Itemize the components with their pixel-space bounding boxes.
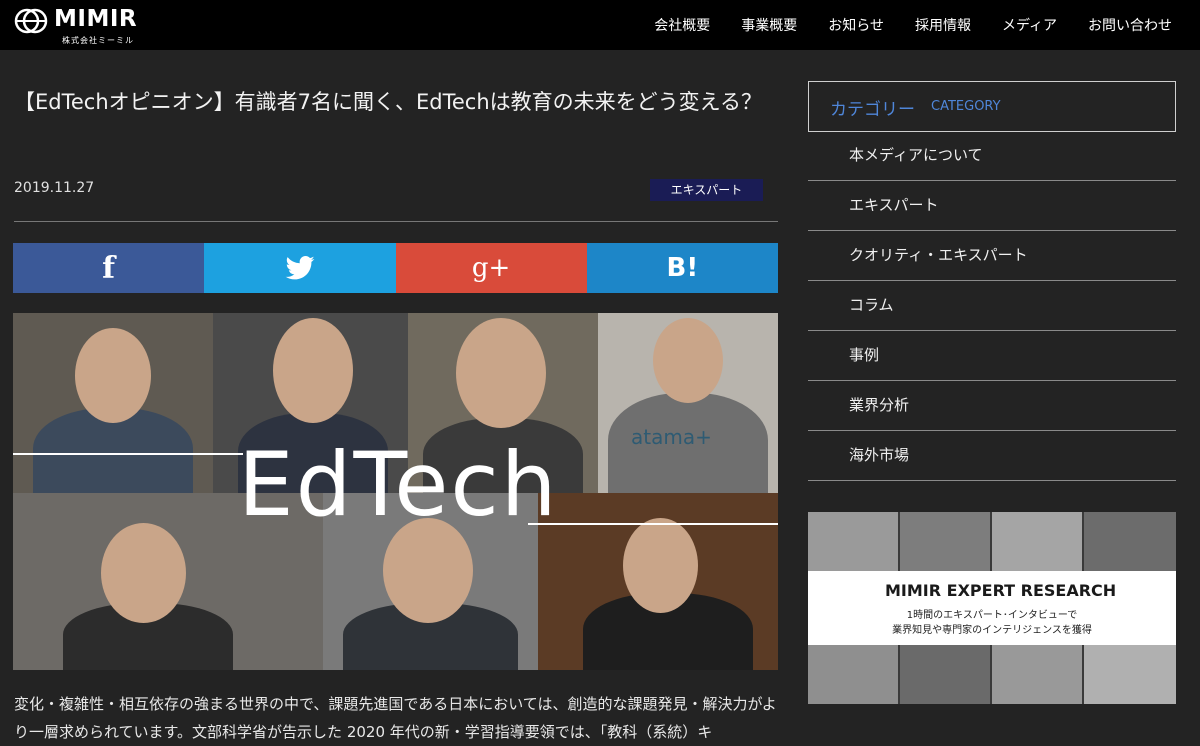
share-facebook-button[interactable]: f [13,243,205,293]
category-item-column[interactable]: コラム [808,281,1176,331]
nav-company[interactable]: 会社概要 [654,15,710,35]
top-bar: MIMIR 株式会社ミーミル 会社概要 事業概要 お知らせ 採用情報 メディア … [0,0,1200,50]
article-title: 【EdTechオピニオン】有識者7名に聞く、EdTechは教育の未来をどう変える… [14,90,762,114]
mimir-logo-icon [14,8,48,34]
banner-line-2: 業界知見や専門家のインテリジェンスを獲得 [892,625,1092,636]
site-logo[interactable]: MIMIR 株式会社ミーミル [14,5,159,45]
hero-shirt-text: atama+ [631,425,712,449]
banner-line-1: 1時間のエキスパート･インタビューで [906,610,1078,621]
nav-recruit[interactable]: 採用情報 [915,15,971,35]
category-item-industry[interactable]: 業界分析 [808,381,1176,431]
expert-research-banner[interactable]: MIMIR EXPERT RESEARCH 1時間のエキスパート･インタビューで… [808,512,1176,704]
divider [14,221,778,222]
category-title: カテゴリー [830,100,915,120]
hero-line-left [13,453,243,455]
article-body: 変化・複雑性・相互依存の強まる世界の中で、課題先進国である日本においては、創造的… [14,695,777,741]
share-twitter-button[interactable] [204,243,396,293]
category-item-quality-expert[interactable]: クオリティ・エキスパート [808,231,1176,281]
category-item-expert[interactable]: エキスパート [808,181,1176,231]
hero-image: atama+ EdTech [13,313,778,670]
category-list: 本メディアについて エキスパート クオリティ・エキスパート コラム 事例 業界分… [808,131,1176,481]
googleplus-icon: g+ [471,253,511,283]
main-nav: 会社概要 事業概要 お知らせ 採用情報 メディア お問い合わせ [623,0,1172,50]
hatena-bookmark-icon: B! [666,253,699,283]
category-subtitle: CATEGORY [931,99,1001,114]
hero-title-text: EdTech [238,433,559,536]
category-header: カテゴリー CATEGORY [808,81,1176,132]
share-hatena-button[interactable]: B! [586,243,778,293]
category-tag[interactable]: エキスパート [650,179,763,201]
hero-photo-4 [598,313,778,498]
twitter-icon [285,256,315,280]
banner-photo-strip-top [808,512,1176,571]
hero-photo-1 [13,313,213,498]
article-date: 2019.11.27 [14,180,95,196]
nav-media[interactable]: メディア [1002,15,1057,35]
nav-news[interactable]: お知らせ [828,15,884,35]
facebook-icon: f [102,250,116,286]
share-googleplus-button[interactable]: g+ [395,243,587,293]
banner-logo: MIMIR EXPERT RESEARCH [885,581,1117,600]
hero-photo-7 [538,493,778,670]
nav-contact[interactable]: お問い合わせ [1088,15,1172,35]
category-item-overseas[interactable]: 海外市場 [808,431,1176,481]
category-item-case[interactable]: 事例 [808,331,1176,381]
share-bar: f g+ B! [13,243,778,293]
banner-photo-strip-bottom [808,645,1176,704]
logo-subtitle: 株式会社ミーミル [62,36,134,45]
logo-text: MIMIR [54,6,138,32]
hero-line-right [528,523,778,525]
category-item-about[interactable]: 本メディアについて [808,131,1176,181]
nav-business[interactable]: 事業概要 [741,15,797,35]
